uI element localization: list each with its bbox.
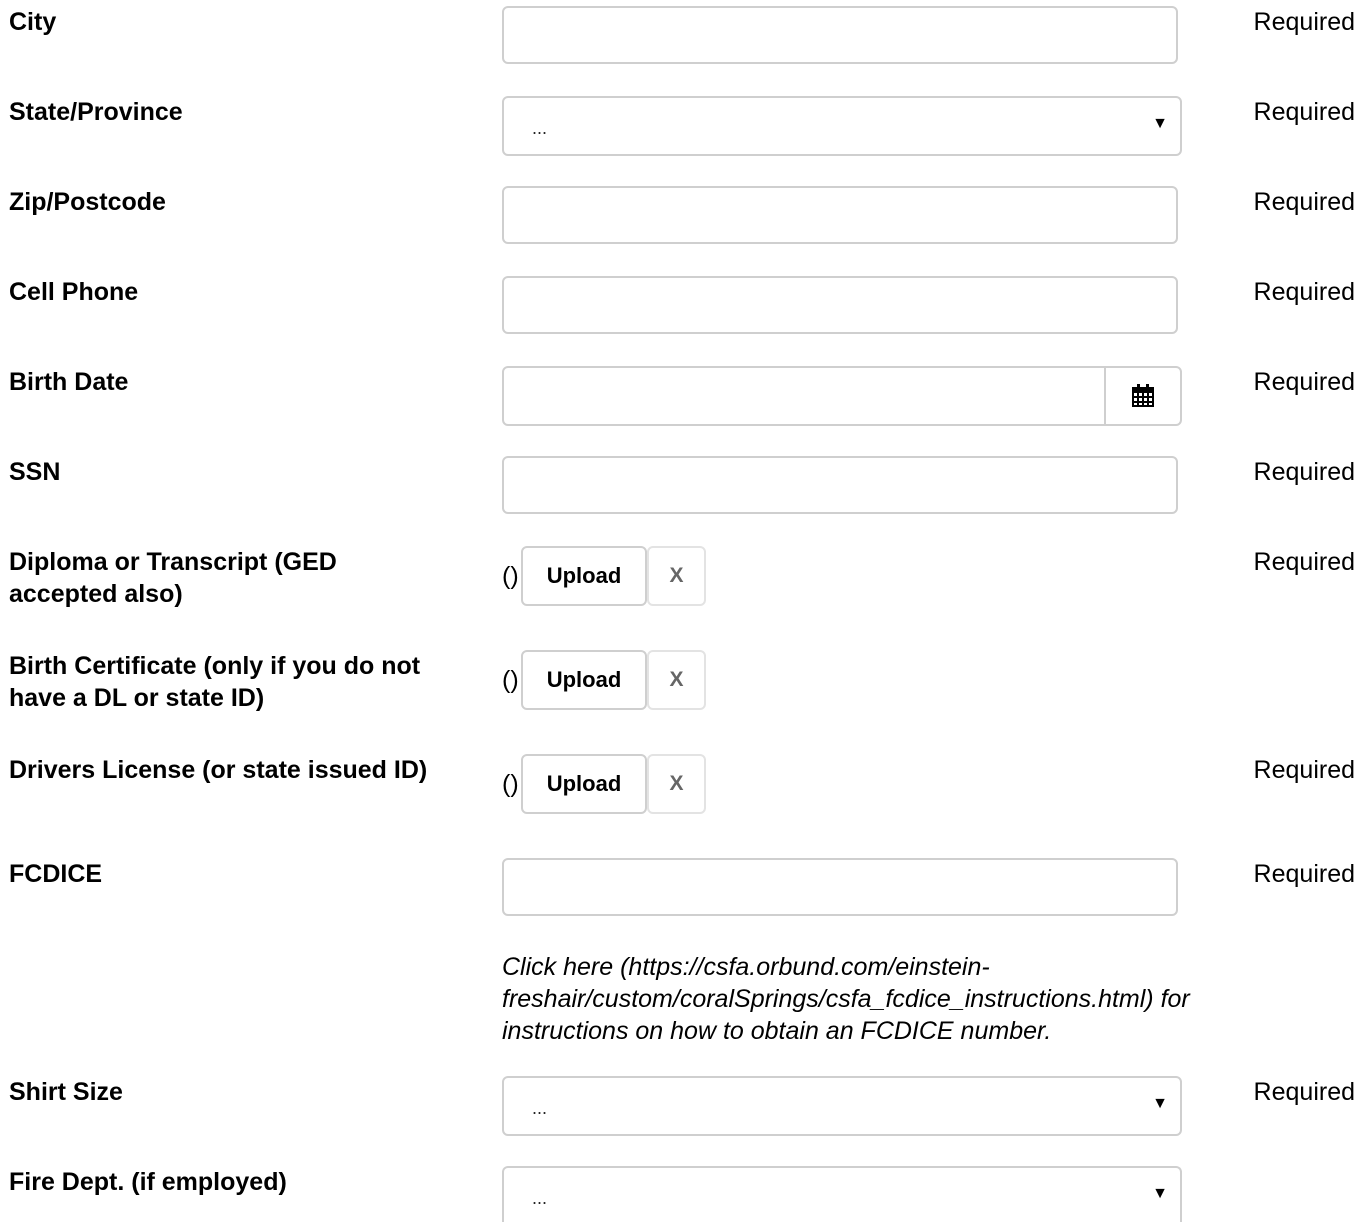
fire-dept-label: Fire Dept. (if employed) — [9, 1168, 287, 1196]
cell-phone-input[interactable] — [502, 276, 1178, 334]
shirt-size-select[interactable]: ... ▼ — [502, 1076, 1182, 1136]
birth-date-required: Required — [1253, 368, 1355, 396]
fire-dept-select-value: ... — [532, 1188, 548, 1208]
birth-date-label: Birth Date — [9, 368, 129, 396]
cell-phone-required: Required — [1253, 278, 1355, 306]
birth-date-input[interactable] — [502, 366, 1182, 426]
birth-certificate-label: Birth Certificate (only if you do not ha… — [9, 652, 421, 712]
drivers-license-file-name: () — [502, 770, 519, 798]
drivers-license-required: Required — [1253, 756, 1355, 784]
date-picker-button[interactable] — [1104, 368, 1180, 424]
diploma-upload-button[interactable]: Upload — [521, 546, 647, 606]
city-label: City — [9, 8, 57, 36]
fcdice-label: FCDICE — [9, 860, 103, 888]
zip-required: Required — [1253, 188, 1355, 216]
city-input[interactable] — [502, 6, 1178, 64]
fcdice-input[interactable] — [502, 858, 1178, 916]
dropdown-arrow-icon: ▼ — [1152, 1095, 1168, 1112]
ssn-required: Required — [1253, 458, 1355, 486]
birth-certificate-remove-button[interactable]: X — [647, 650, 706, 710]
diploma-remove-button[interactable]: X — [647, 546, 706, 606]
drivers-license-remove-button[interactable]: X — [647, 754, 706, 814]
ssn-label: SSN — [9, 458, 61, 486]
birth-certificate-file-name: () — [502, 666, 519, 694]
diploma-file-name: () — [502, 562, 519, 590]
state-required: Required — [1253, 98, 1355, 126]
city-required: Required — [1253, 8, 1355, 36]
ssn-input[interactable] — [502, 456, 1178, 514]
zip-input[interactable] — [502, 186, 1178, 244]
state-select-value: ... — [532, 118, 548, 138]
fcdice-required: Required — [1253, 860, 1355, 888]
birth-certificate-upload-button[interactable]: Upload — [521, 650, 647, 710]
zip-label: Zip/Postcode — [9, 188, 166, 216]
fire-dept-select[interactable]: ... ▼ — [502, 1166, 1182, 1222]
cell-phone-label: Cell Phone — [9, 278, 139, 306]
calendar-icon — [1132, 384, 1154, 407]
drivers-license-upload-button[interactable]: Upload — [521, 754, 647, 814]
shirt-size-required: Required — [1253, 1078, 1355, 1106]
state-label: State/Province — [9, 98, 183, 126]
state-select[interactable]: ... ▼ — [502, 96, 1182, 156]
shirt-size-label: Shirt Size — [9, 1078, 123, 1106]
fcdice-help-text: Click here (https://csfa.orbund.com/eins… — [502, 953, 1190, 1045]
dropdown-arrow-icon: ▼ — [1152, 1185, 1168, 1202]
diploma-required: Required — [1253, 548, 1355, 576]
dropdown-arrow-icon: ▼ — [1152, 115, 1168, 132]
drivers-license-label: Drivers License (or state issued ID) — [9, 756, 428, 784]
shirt-size-select-value: ... — [532, 1098, 548, 1118]
diploma-label: Diploma or Transcript (GED accepted also… — [9, 548, 337, 608]
